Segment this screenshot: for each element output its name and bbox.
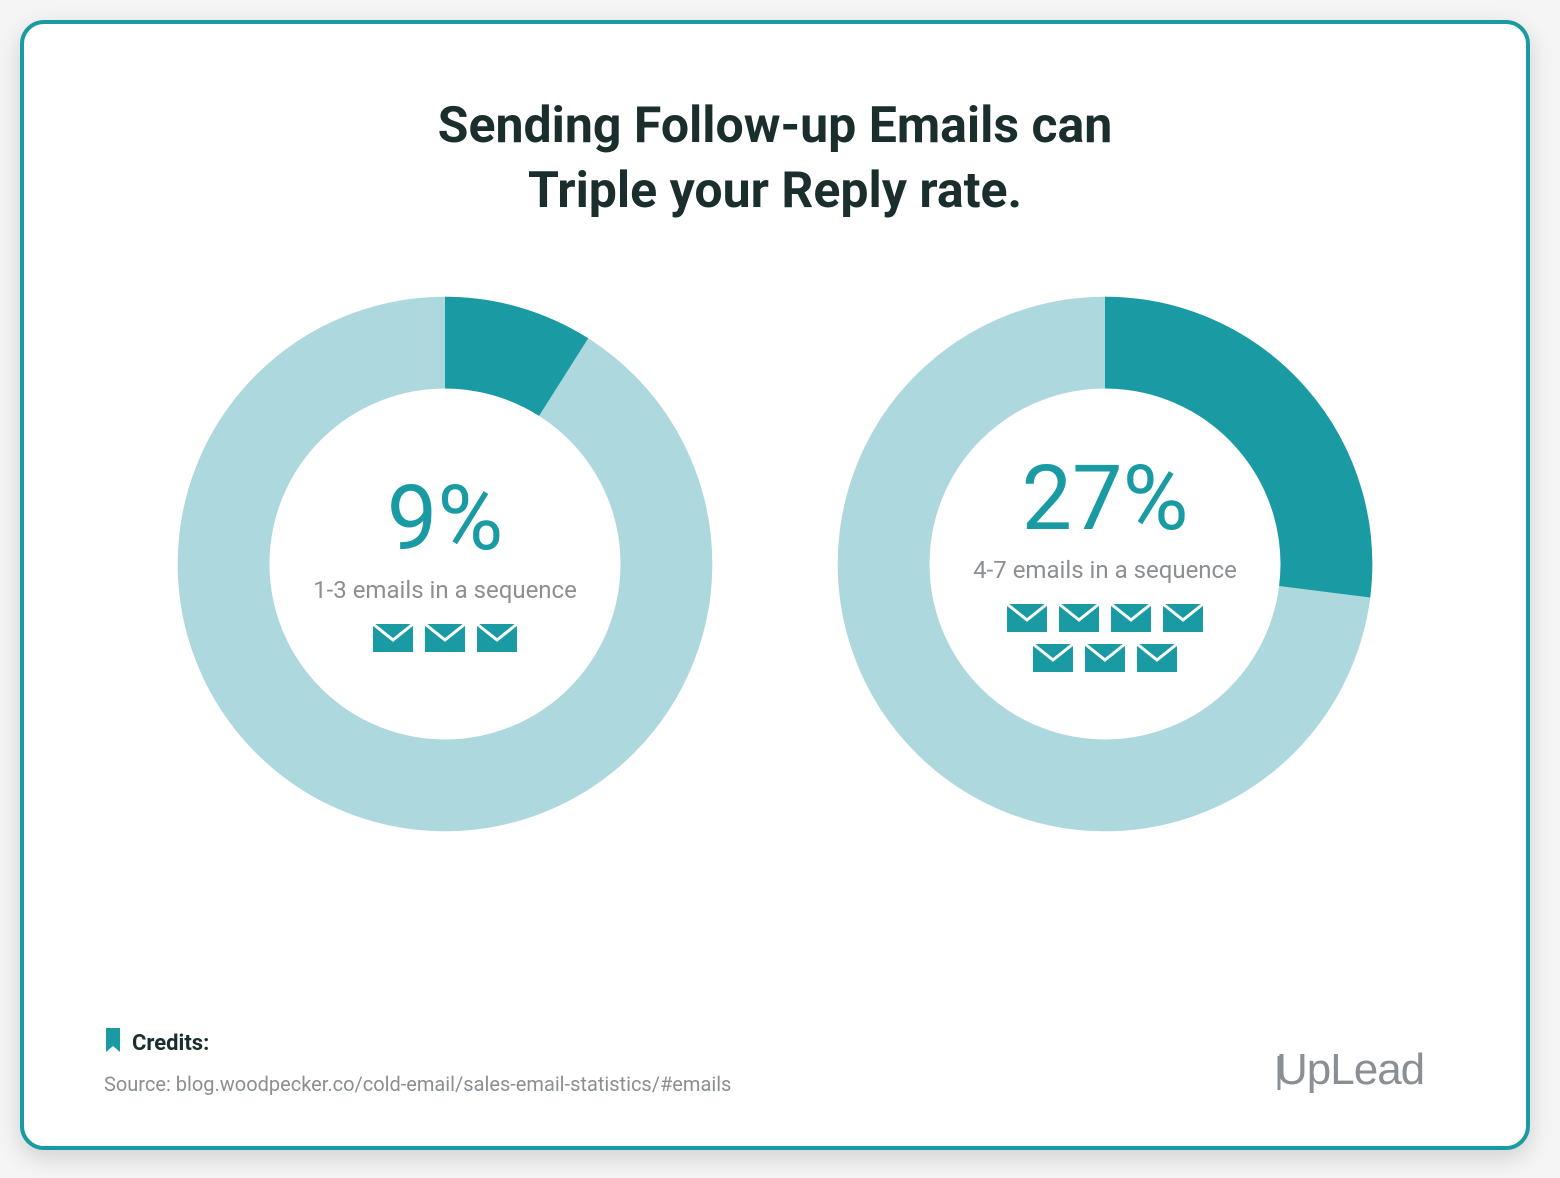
donut-svg-right (835, 294, 1375, 834)
donut-chart-right: 27% 4-7 emails in a sequence (835, 294, 1375, 1008)
infographic-card: Sending Follow-up Emails can Triple your… (20, 20, 1530, 1150)
chart-title: Sending Follow-up Emails can Triple your… (104, 94, 1446, 224)
credits-label-row: Credits: (104, 1028, 731, 1058)
donut-svg-left (175, 294, 715, 834)
bookmark-icon (104, 1028, 122, 1058)
brand-logo: UpLead (1276, 1044, 1446, 1096)
charts-row: 9% 1-3 emails in a sequence 27% 4-7 emai… (104, 294, 1446, 1008)
donut-chart-left: 9% 1-3 emails in a sequence (175, 294, 715, 1008)
credits-label: Credits: (132, 1031, 209, 1056)
credits-block: Credits: Source: blog.woodpecker.co/cold… (104, 1028, 731, 1096)
footer: Credits: Source: blog.woodpecker.co/cold… (104, 1028, 1446, 1096)
credits-source: Source: blog.woodpecker.co/cold-email/sa… (104, 1072, 731, 1096)
title-line-1: Sending Follow-up Emails can (438, 97, 1113, 155)
svg-text:UpLead: UpLead (1276, 1045, 1424, 1094)
title-line-2: Triple your Reply rate. (528, 162, 1022, 220)
